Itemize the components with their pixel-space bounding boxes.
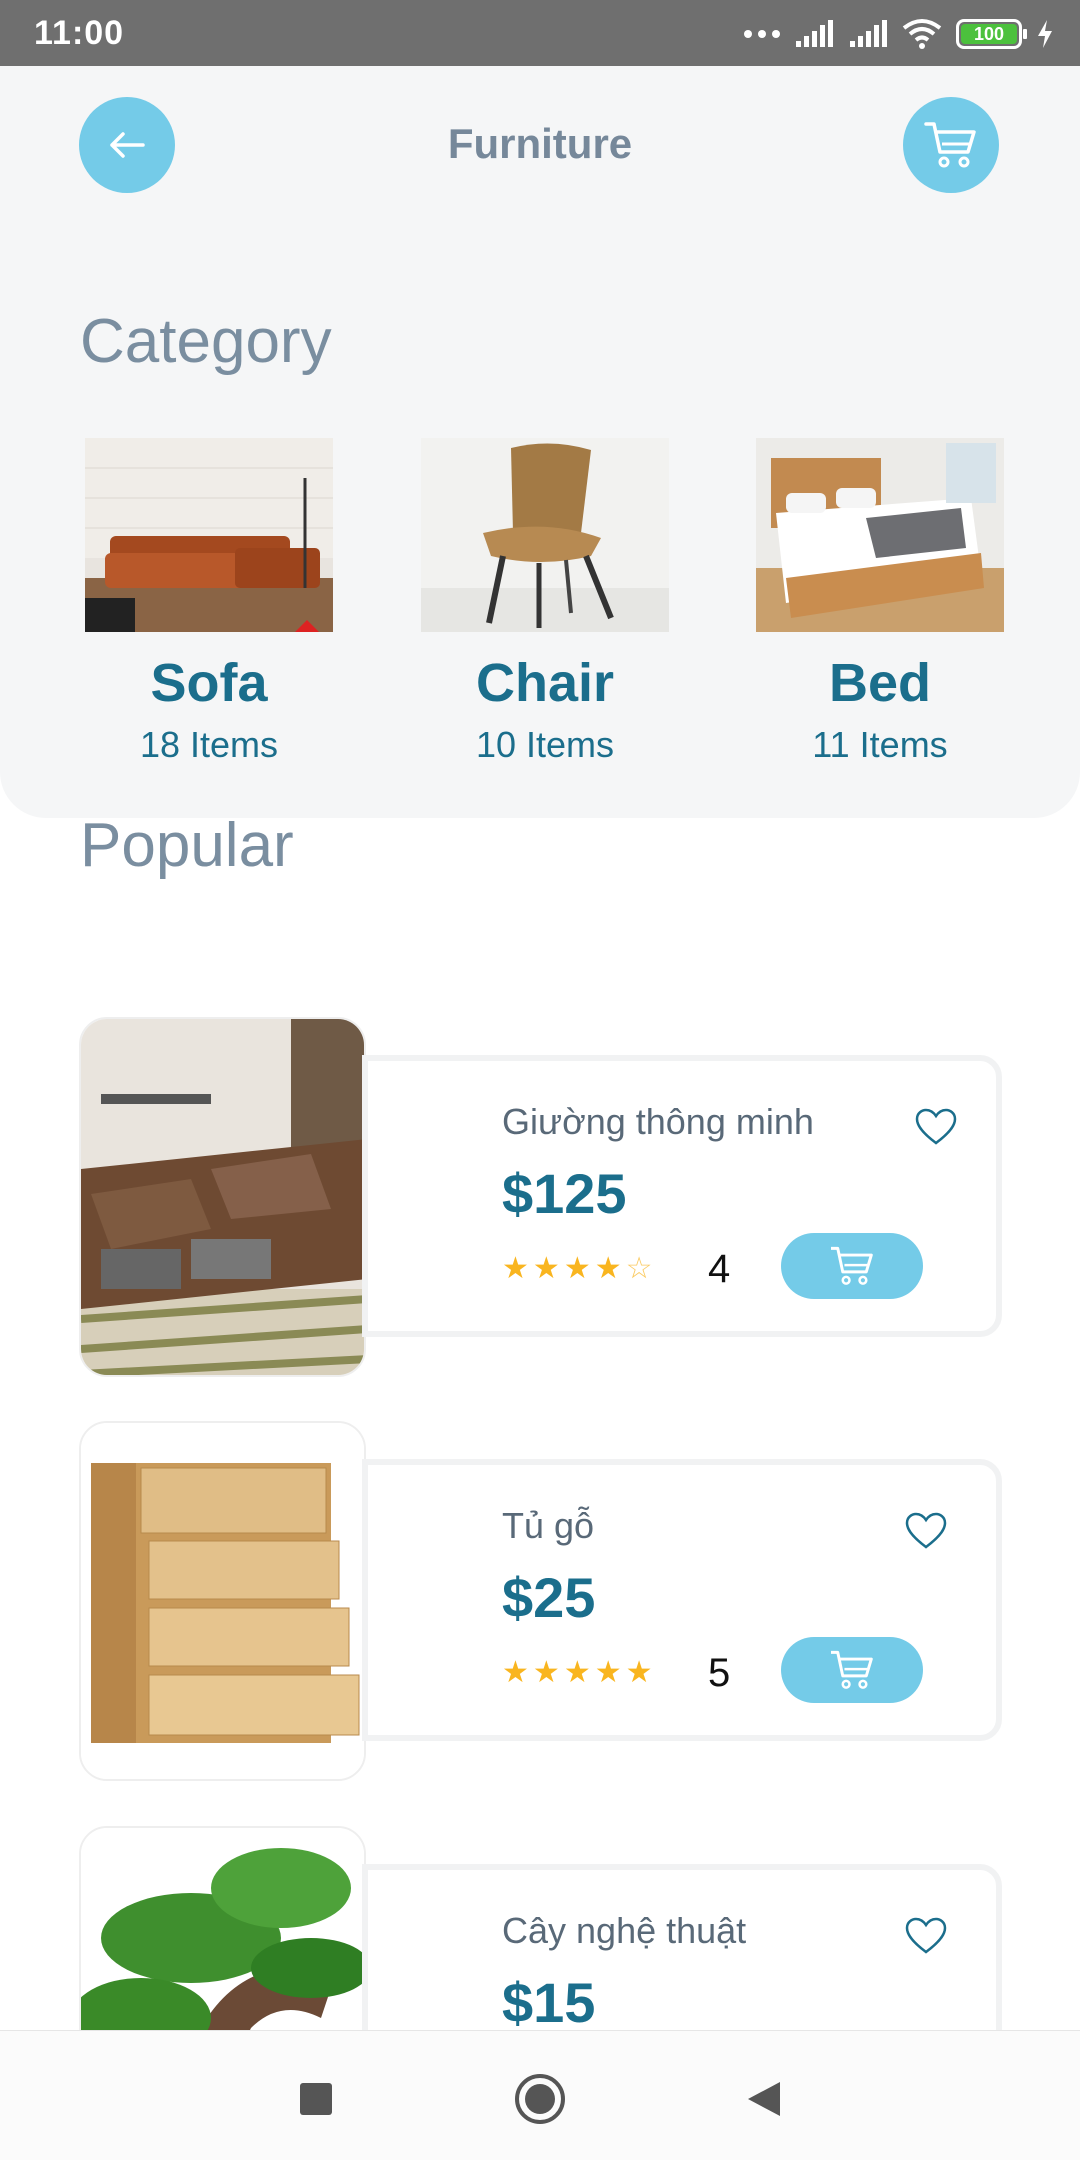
popular-heading: Popular xyxy=(80,811,294,880)
product-price: $15 xyxy=(502,1971,596,2034)
product-card[interactable]: Giường thông minh $125 ★ ★ ★ ★ ☆ 4 xyxy=(79,1017,1003,1377)
product-price: $25 xyxy=(502,1566,596,1629)
sofa-image xyxy=(85,438,333,632)
category-name: Sofa xyxy=(150,653,268,713)
category-name: Bed xyxy=(828,653,931,713)
category-name: Chair xyxy=(475,653,615,713)
add-to-cart-button[interactable] xyxy=(781,1637,923,1703)
rating-stars: ★ ★ ★ ★ ★ xyxy=(502,1656,653,1689)
product-name: Cây nghệ thuật xyxy=(502,1910,747,1951)
signal-icon xyxy=(796,20,833,47)
bed-image xyxy=(756,438,1004,632)
product-info: Giường thông minh $125 ★ ★ ★ ★ ☆ 4 xyxy=(362,1055,1002,1337)
rating-stars: ★ ★ ★ ★ ☆ xyxy=(502,1252,653,1285)
square-icon xyxy=(300,2083,332,2115)
category-count: 18 Items xyxy=(139,724,279,765)
back-nav-button[interactable] xyxy=(736,2071,792,2127)
status-time: 11:00 xyxy=(34,14,125,52)
product-name: Tủ gỗ xyxy=(502,1505,595,1546)
signal-icon-2 xyxy=(850,20,887,47)
status-icons: 100 xyxy=(744,14,1054,54)
category-sofa[interactable]: Sofa 18 Items xyxy=(84,438,334,766)
category-chair[interactable]: Chair 10 Items xyxy=(420,438,670,766)
product-image xyxy=(79,1421,366,1781)
triangle-back-icon xyxy=(748,2082,780,2116)
wifi-icon xyxy=(902,19,942,49)
category-count: 10 Items xyxy=(475,724,615,765)
status-bar: 11:00 100 xyxy=(0,0,1080,66)
heart-icon[interactable] xyxy=(914,1107,958,1147)
heart-icon[interactable] xyxy=(904,1511,948,1551)
cart-icon xyxy=(831,1246,873,1285)
system-nav-bar xyxy=(0,2030,1080,2160)
more-dots-icon xyxy=(744,30,780,38)
category-panel: Furniture Category Sofa 18 Items Chair 1… xyxy=(0,66,1080,818)
category-heading: Category xyxy=(80,307,332,376)
charging-icon xyxy=(1038,20,1052,48)
rating-value: 5 xyxy=(708,1651,731,1695)
product-info: Tủ gỗ $25 ★ ★ ★ ★ ★ 5 xyxy=(362,1459,1002,1741)
home-circle-icon xyxy=(515,2074,565,2124)
heart-icon[interactable] xyxy=(904,1916,948,1956)
cart-button[interactable] xyxy=(903,97,999,193)
home-button[interactable] xyxy=(512,2071,568,2127)
cart-icon xyxy=(831,1650,873,1689)
category-bed[interactable]: Bed 11 Items xyxy=(755,438,1005,766)
product-price: $125 xyxy=(502,1162,627,1225)
category-count: 11 Items xyxy=(812,724,948,765)
recents-button[interactable] xyxy=(288,2071,344,2127)
product-name: Giường thông minh xyxy=(502,1101,814,1142)
add-to-cart-button[interactable] xyxy=(781,1233,923,1299)
cart-icon xyxy=(924,122,976,168)
rating-value: 4 xyxy=(708,1247,731,1291)
battery-level: 100 xyxy=(961,24,1017,44)
product-image xyxy=(79,1017,366,1377)
chair-image xyxy=(421,438,669,632)
battery-icon: 100 xyxy=(956,19,1027,49)
product-card[interactable]: Tủ gỗ $25 ★ ★ ★ ★ ★ 5 xyxy=(79,1421,1003,1781)
